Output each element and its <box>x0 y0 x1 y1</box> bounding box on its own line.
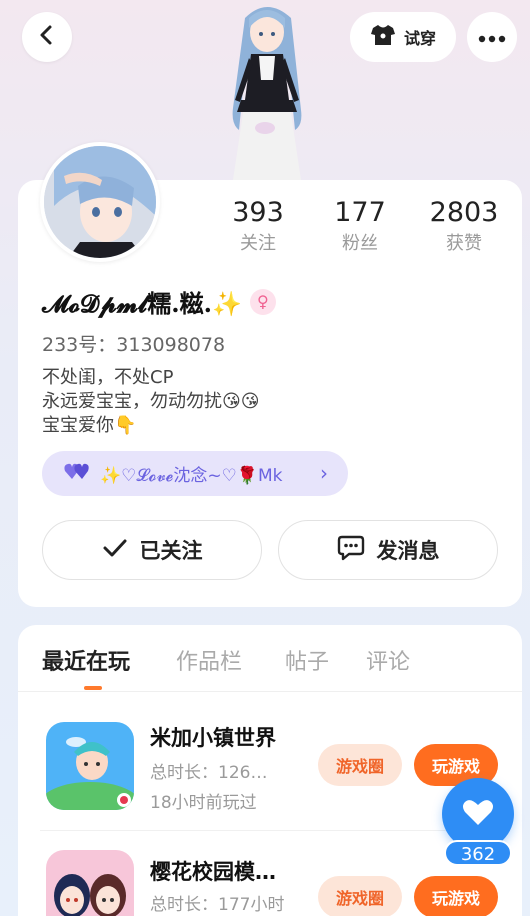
game-list-item[interactable]: 米加小镇世界 总时长：126… 18小时前玩过 游戏圈 玩游戏 <box>40 718 510 828</box>
shirt-icon <box>370 23 396 51</box>
more-dots-icon <box>478 28 506 47</box>
relationship-badge[interactable]: ✨♡𝓛𝓸𝓿𝓮沈念~♡🌹Mk › <box>42 451 348 496</box>
user-id: 233号：313098078 <box>42 334 226 356</box>
check-icon <box>102 538 128 563</box>
tab-recently-played[interactable]: 最近在玩 <box>42 644 130 676</box>
like-count: 362 <box>444 840 512 866</box>
heart-icon <box>462 798 494 830</box>
stat-likes[interactable]: 2803 获赞 <box>414 196 514 258</box>
followers-count: 177 <box>334 197 386 228</box>
game-title: 樱花校园模… <box>150 860 276 884</box>
tab-posts[interactable]: 帖子 <box>285 644 329 676</box>
row-divider <box>40 830 510 831</box>
bio: 不处闺，不处CP 永远爱宝宝，勿动勿扰😘😘 宝宝爱你👇 <box>42 366 260 438</box>
username: 𝓜𝓸𝓓𝓹𝓶𝓵糯.糍.✨ ♀ <box>42 284 276 319</box>
profile-avatar[interactable] <box>40 142 160 262</box>
try-on-button[interactable]: 试穿 <box>350 12 456 62</box>
tabs-divider <box>18 691 522 692</box>
following-label: 关注 <box>240 233 276 254</box>
likes-label: 获赞 <box>446 233 482 254</box>
active-tab-indicator <box>84 686 102 690</box>
bio-line: 宝宝爱你👇 <box>42 415 137 436</box>
back-arrow-icon <box>36 24 58 50</box>
game-total-duration: 总时长：126… <box>150 763 268 783</box>
message-button-label: 发消息 <box>376 539 440 563</box>
following-count: 393 <box>232 197 284 228</box>
game-last-played: 18小时前玩过 <box>150 793 257 813</box>
following-button[interactable]: 已关注 <box>42 520 262 580</box>
tab-comments[interactable]: 评论 <box>366 644 410 676</box>
badge-text: ✨♡𝓛𝓸𝓿𝓮沈念~♡🌹Mk <box>100 466 283 486</box>
following-button-label: 已关注 <box>139 539 203 563</box>
stat-following[interactable]: 393 关注 <box>208 196 308 258</box>
more-button[interactable] <box>467 12 517 62</box>
game-icon[interactable] <box>46 722 134 810</box>
try-on-label: 试穿 <box>403 29 436 48</box>
female-gender-icon: ♀ <box>249 288 276 315</box>
character-avatar-figure[interactable] <box>205 0 330 180</box>
bio-line: 不处闺，不处CP <box>42 367 174 388</box>
game-circle-button[interactable]: 游戏圈 <box>318 876 402 916</box>
game-circle-button[interactable]: 游戏圈 <box>318 744 402 786</box>
followers-label: 粉丝 <box>342 233 378 254</box>
chat-bubble-icon <box>337 535 365 566</box>
message-button[interactable]: 发消息 <box>278 520 498 580</box>
game-icon[interactable] <box>46 850 134 916</box>
tab-works[interactable]: 作品栏 <box>176 644 242 676</box>
game-title: 米加小镇世界 <box>150 726 276 750</box>
bio-line: 永远爱宝宝，勿动勿扰😘😘 <box>42 391 260 412</box>
game-list-item[interactable]: 樱花校园模… 总时长：177小时 游戏圈 玩游戏 <box>40 850 510 916</box>
game-total-duration: 总时长：177小时 <box>150 895 285 915</box>
chevron-right-icon: › <box>320 461 328 485</box>
stat-followers[interactable]: 177 粉丝 <box>310 196 410 258</box>
purple-hearts-icon <box>64 461 90 486</box>
likes-count: 2803 <box>429 197 499 228</box>
back-button[interactable] <box>22 12 72 62</box>
username-text: 𝓜𝓸𝓓𝓹𝓶𝓵糯.糍.✨ <box>42 289 242 318</box>
play-game-button[interactable]: 玩游戏 <box>414 876 498 916</box>
